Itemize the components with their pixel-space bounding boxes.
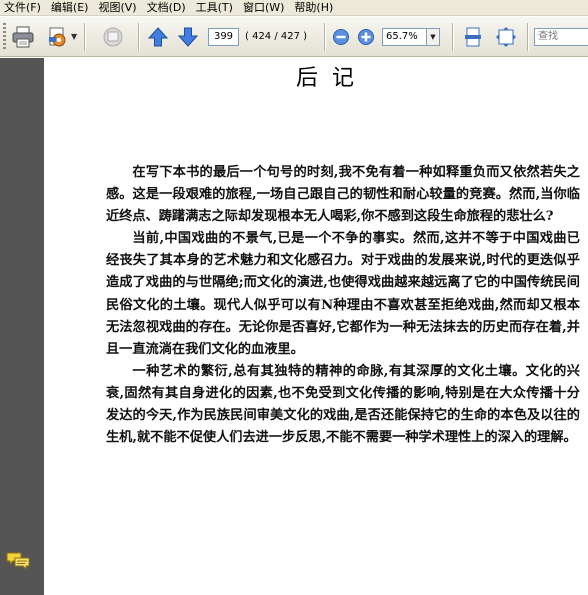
comments-button[interactable] bbox=[6, 551, 30, 575]
chevron-down-icon: ▼ bbox=[430, 33, 436, 41]
zoom-level-input[interactable]: 65.7% bbox=[382, 28, 427, 46]
settings-dropdown[interactable]: ▼ bbox=[71, 32, 77, 41]
print-button[interactable] bbox=[10, 24, 36, 50]
zoom-in-button[interactable] bbox=[355, 24, 377, 50]
menu-file[interactable]: 文件(F) bbox=[0, 0, 47, 16]
fit-width-button[interactable] bbox=[460, 24, 486, 50]
comments-icon bbox=[6, 552, 30, 571]
settings-icon bbox=[49, 27, 66, 47]
menu-view[interactable]: 视图(V) bbox=[94, 0, 142, 16]
page-title: 后记 bbox=[296, 66, 369, 91]
next-page-icon bbox=[177, 27, 199, 47]
search-input[interactable]: 查找 bbox=[534, 28, 588, 46]
next-page-button[interactable] bbox=[175, 24, 201, 50]
menu-document[interactable]: 文档(D) bbox=[143, 0, 192, 16]
paragraph-1: 在写下本书的最后一个句号的时刻,我不免有着一种如释重负而又依然若失之感。这是一段… bbox=[106, 165, 580, 225]
menu-tools[interactable]: 工具(T) bbox=[192, 0, 239, 16]
zoom-out-icon bbox=[333, 29, 349, 45]
full-screen-button[interactable] bbox=[493, 24, 519, 50]
toolbar-grip[interactable] bbox=[3, 23, 6, 51]
menu-bar: 文件(F) 编辑(E) 视图(V) 文档(D) 工具(T) 窗口(W) 帮助(H… bbox=[0, 0, 588, 16]
zoom-in-icon bbox=[358, 29, 374, 45]
page-count: ( 424 / 427 ) bbox=[245, 31, 308, 42]
previous-page-icon bbox=[147, 27, 169, 47]
navigation-panel bbox=[0, 58, 44, 595]
paragraph-2: 当前,中国戏曲的不景气,已是一个不争的事实。然而,这并不等于中国戏曲已经丧失了其… bbox=[106, 231, 580, 357]
settings-button[interactable] bbox=[45, 24, 69, 50]
zoom-dropdown-button[interactable]: ▼ bbox=[427, 28, 440, 46]
zoom-out-button[interactable] bbox=[330, 24, 352, 50]
menu-help[interactable]: 帮助(H) bbox=[290, 0, 339, 16]
review-button[interactable] bbox=[100, 24, 126, 50]
print-icon bbox=[12, 26, 34, 48]
paragraph-3: 一种艺术的繁衍,总有其独特的精神的命脉,有其深厚的文化土壤。文化的兴衰,固然有其… bbox=[106, 363, 580, 446]
fit-width-icon bbox=[465, 27, 481, 47]
menu-edit[interactable]: 编辑(E) bbox=[47, 0, 95, 16]
menu-window[interactable]: 窗口(W) bbox=[239, 0, 290, 16]
document-body: 在写下本书的最后一个句号的时刻,我不免有着一种如释重负而又依然若失之感。这是一段… bbox=[106, 162, 580, 449]
full-screen-icon bbox=[496, 27, 516, 47]
review-icon bbox=[103, 27, 123, 47]
previous-page-button[interactable] bbox=[145, 24, 171, 50]
page-number-input[interactable]: 399 bbox=[208, 28, 239, 46]
toolbar: ▼ 399 ( 424 / 427 ) 65.7% ▼ 查找 bbox=[0, 17, 588, 57]
